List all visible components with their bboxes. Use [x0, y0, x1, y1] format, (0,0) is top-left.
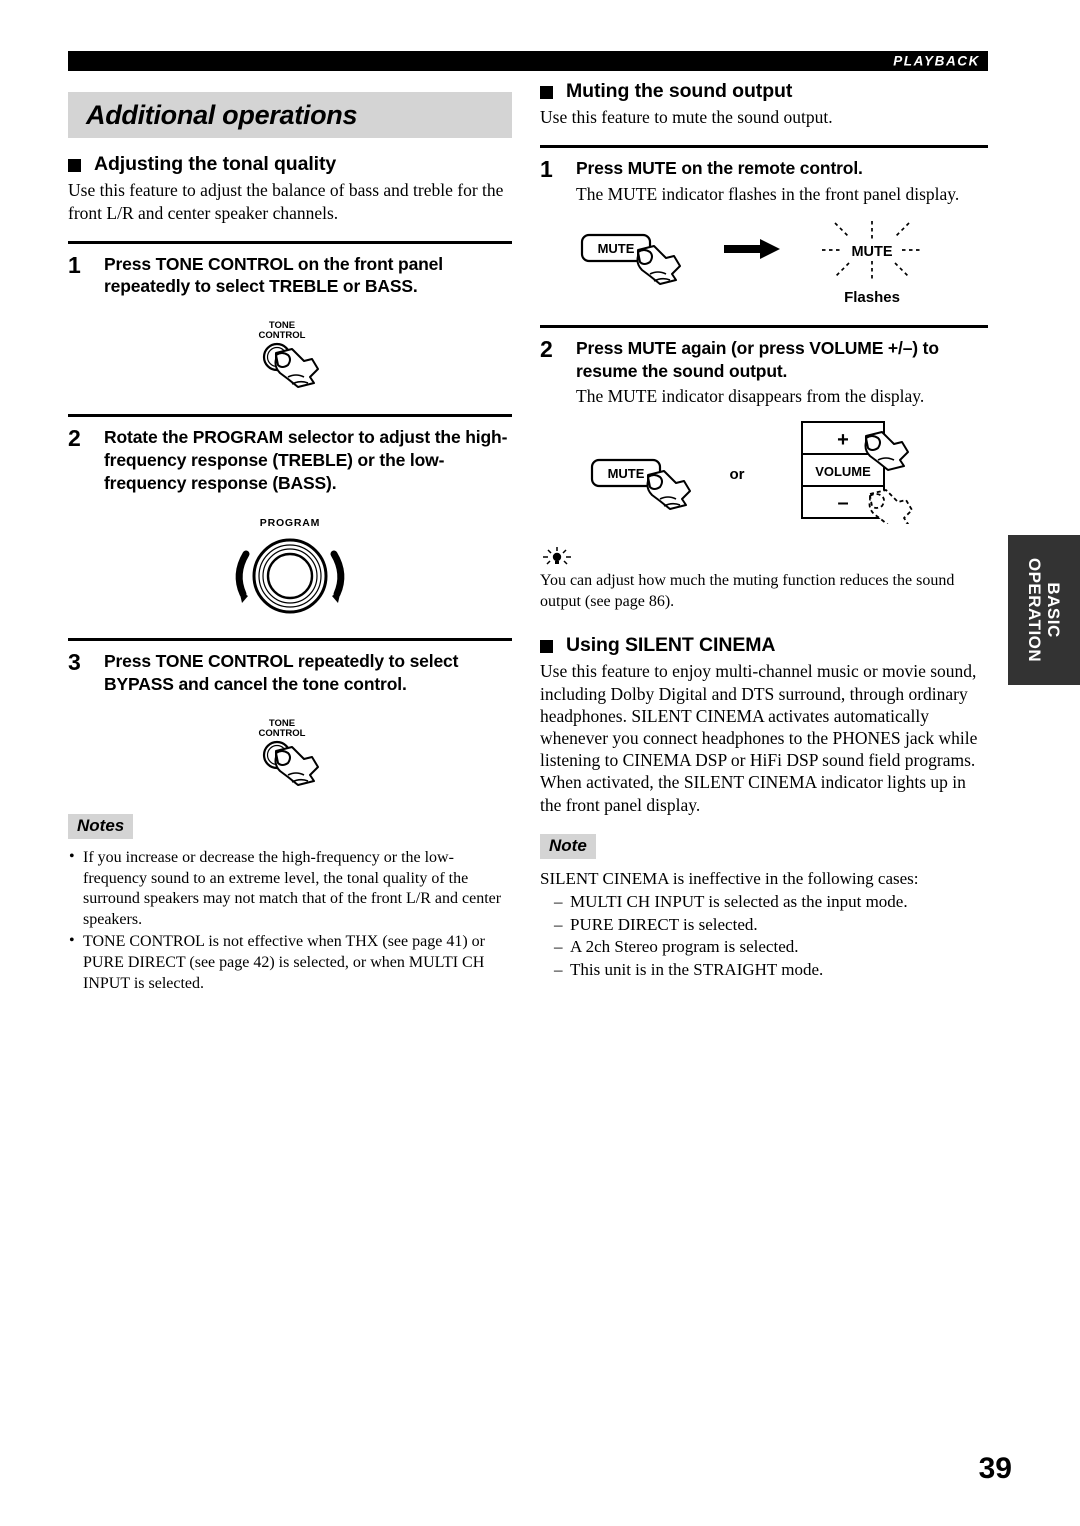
square-bullet-icon — [68, 159, 81, 172]
mute-step-1: 1 Press MUTE on the remote control. The … — [540, 155, 988, 205]
note-dash-list: MULTI CH INPUT is selected as the input … — [540, 891, 988, 981]
section-heading-label: Using SILENT CINEMA — [566, 634, 776, 657]
mute-step-2: 2 Press MUTE again (or press VOLUME +/–)… — [540, 335, 988, 408]
section-heading-label: Muting the sound output — [566, 80, 793, 102]
running-head-bar: PLAYBACK — [68, 51, 988, 71]
svg-text:MUTE: MUTE — [608, 466, 645, 481]
step-3: 3 Press TONE CONTROL repeatedly to selec… — [68, 650, 512, 696]
note-intro-text: SILENT CINEMA is ineffective in the foll… — [540, 868, 919, 888]
mute-step-1-description: The MUTE indicator flashes in the front … — [576, 183, 960, 204]
notes-list: If you increase or decrease the high-fre… — [68, 847, 512, 995]
section-heading-label: Adjusting the tonal quality — [94, 153, 337, 175]
notes-label: Notes — [68, 813, 134, 839]
right-column: Muting the sound output Use this feature… — [540, 80, 988, 981]
section-heading-tonal-quality: Adjusting the tonal quality — [68, 153, 512, 176]
svg-text:or: or — [730, 466, 745, 483]
notes-block: Notes If you increase or decrease the hi… — [68, 813, 512, 995]
svg-text:MUTE: MUTE — [851, 244, 892, 260]
arrow-right-icon — [724, 238, 780, 259]
mute-flashes-diagram: MUTE MUTE Flashes — [580, 220, 922, 306]
svg-text:MUTE: MUTE — [598, 241, 635, 256]
chapter-title-band: Additional operations — [68, 92, 512, 138]
silent-cinema-body: Use this feature to enjoy multi-channel … — [540, 661, 978, 815]
step-3-title: Press TONE CONTROL repeatedly to select … — [104, 651, 459, 694]
svg-text:PROGRAM: PROGRAM — [260, 517, 320, 529]
note-dash-item: This unit is in the STRAIGHT mode. — [540, 959, 988, 982]
step-divider — [540, 144, 988, 148]
figure-tone-control-press-1: TONE CONTROL — [68, 312, 512, 398]
silent-cinema-note-block: Note SILENT CINEMA is ineffective in the… — [540, 833, 988, 982]
step-1-number: 1 — [68, 251, 81, 278]
figure-mute-flashes: MUTE MUTE Flashes — [540, 217, 988, 309]
mute-or-volume-diagram: MUTE or + VOLUME – — [590, 420, 913, 524]
section-heading-muting: Muting the sound output — [540, 80, 988, 103]
side-tab-line1: BASIC — [1044, 582, 1064, 638]
step-2-number: 2 — [68, 425, 81, 451]
step-2-title: Rotate the PROGRAM selector to adjust th… — [104, 427, 508, 493]
note-dash-item: PURE DIRECT is selected. — [540, 914, 988, 937]
side-tab-line2: OPERATION — [1025, 557, 1044, 663]
svg-text:+: + — [837, 429, 849, 451]
tone-control-button-icon: TONE CONTROL — [259, 718, 319, 786]
step-1-title: Press TONE CONTROL on the front panel re… — [104, 253, 443, 297]
tone-control-button-icon: TONE CONTROL — [259, 320, 319, 388]
mute-step-1-title: Press MUTE on the remote control. — [576, 157, 863, 178]
square-bullet-icon — [540, 86, 553, 99]
mute-step-2-title: Press MUTE again (or press VOLUME +/–) t… — [576, 337, 939, 381]
svg-text:–: – — [837, 492, 848, 514]
step-divider — [68, 240, 512, 244]
note-item: If you increase or decrease the high-fre… — [68, 847, 512, 931]
step-3-number: 3 — [68, 649, 81, 676]
program-knob-icon: PROGRAM — [235, 517, 345, 614]
figure-program-selector: PROGRAM — [68, 510, 512, 622]
svg-text:CONTROL: CONTROL — [259, 728, 306, 739]
mute-step-2-description: The MUTE indicator disappears from the d… — [576, 386, 925, 407]
tip-text: You can adjust how much the muting funct… — [540, 571, 955, 610]
running-head-label: PLAYBACK — [893, 53, 980, 69]
square-bullet-icon — [540, 640, 553, 654]
svg-text:CONTROL: CONTROL — [259, 330, 306, 341]
mute-step-2-number: 2 — [540, 335, 553, 362]
side-tab-basic-operation: BASIC OPERATION — [1008, 535, 1080, 685]
svg-text:Flashes: Flashes — [844, 289, 900, 306]
svg-text:VOLUME: VOLUME — [815, 464, 871, 479]
step-divider — [68, 414, 512, 417]
left-column: Additional operations Adjusting the tona… — [68, 92, 512, 995]
page-number: 39 — [978, 1452, 1012, 1485]
section-intro-text: Use this feature to adjust the balance o… — [68, 180, 504, 223]
mute-step-1-number: 1 — [540, 155, 553, 182]
page-title: Additional operations — [86, 99, 358, 130]
note-label: Note — [540, 833, 596, 859]
step-divider — [68, 638, 512, 642]
lightbulb-tip-icon — [543, 546, 571, 565]
note-dash-item: A 2ch Stereo program is selected. — [540, 936, 988, 959]
section-heading-silent-cinema: Using SILENT CINEMA — [540, 634, 988, 657]
step-1: 1 Press TONE CONTROL on the front panel … — [68, 251, 512, 299]
step-divider — [540, 324, 988, 328]
manual-page: PLAYBACK Additional operations Adjusting… — [0, 0, 1080, 1526]
step-2: 2 Rotate the PROGRAM selector to adjust … — [68, 426, 512, 494]
figure-tone-control-press-2: TONE CONTROL — [68, 710, 512, 796]
tip-block: You can adjust how much the muting funct… — [540, 546, 988, 613]
muting-intro-text: Use this feature to mute the sound outpu… — [540, 107, 833, 127]
figure-mute-or-volume: MUTE or + VOLUME – — [540, 420, 988, 524]
note-dash-item: MULTI CH INPUT is selected as the input … — [540, 891, 988, 914]
note-item: TONE CONTROL is not effective when THX (… — [68, 931, 512, 994]
